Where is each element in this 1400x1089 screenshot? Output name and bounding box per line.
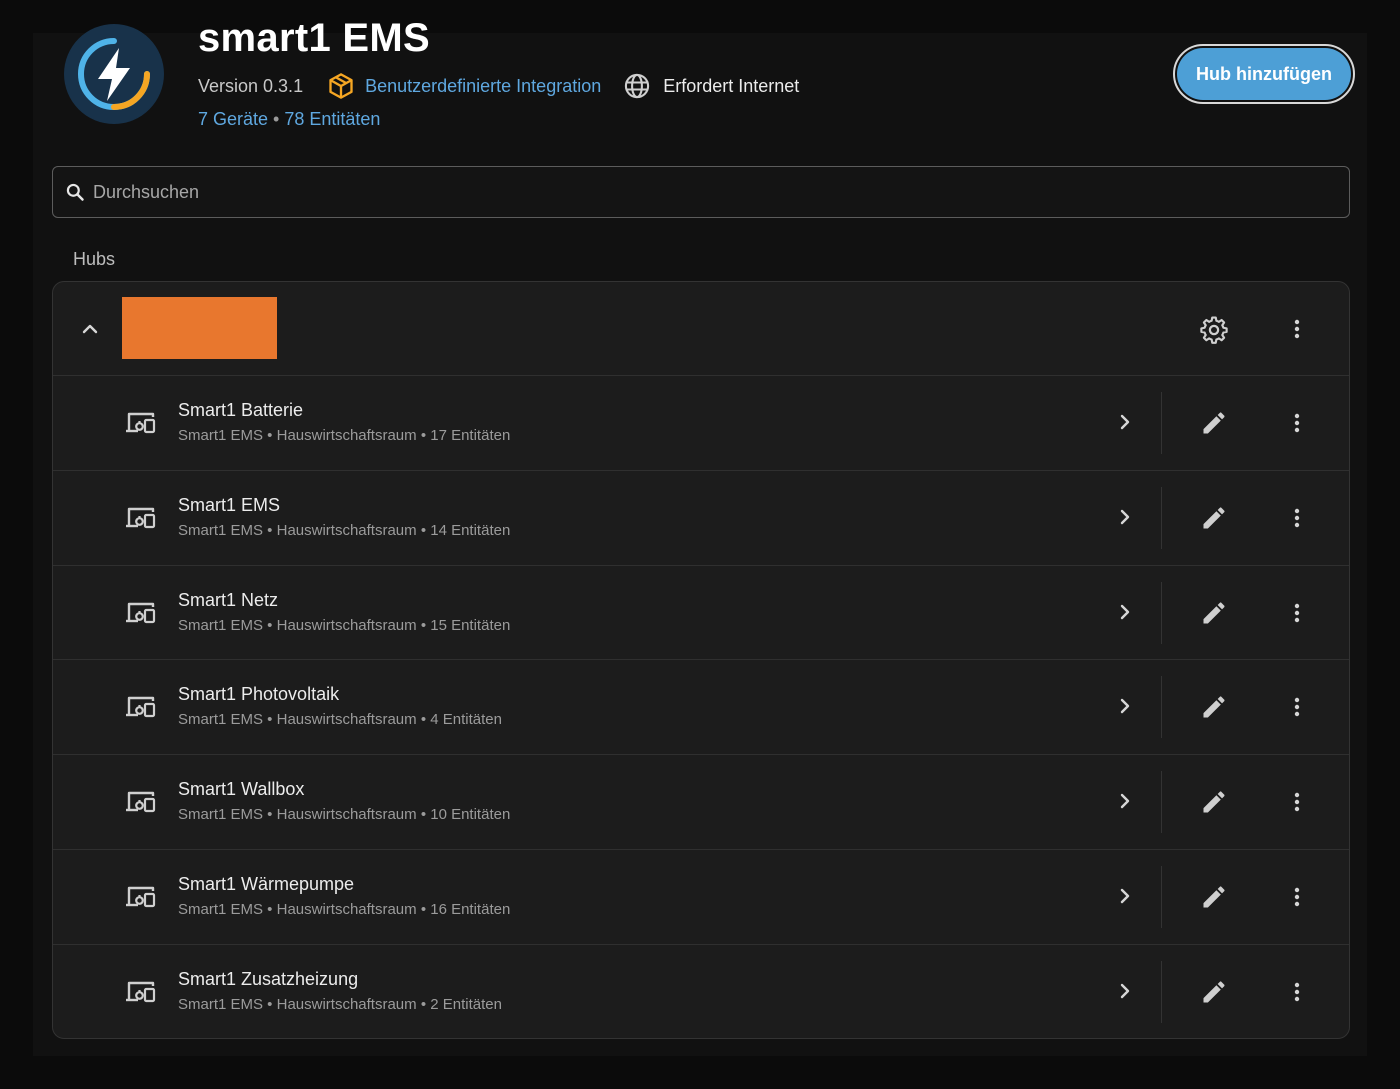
pencil-icon[interactable]: [1200, 693, 1228, 721]
devices-icon: [125, 409, 157, 437]
chevron-up-icon[interactable]: [78, 317, 102, 341]
device-subtitle: Smart1 EMS • Hauswirtschaftsraum • 4 Ent…: [178, 711, 502, 729]
chevron-right-icon[interactable]: [1113, 789, 1137, 813]
divider: [1161, 865, 1162, 928]
divider: [1161, 676, 1162, 739]
devices-icon: [125, 504, 157, 532]
overflow-menu-icon[interactable]: [1285, 506, 1309, 530]
search-bar[interactable]: [52, 166, 1350, 218]
devices-icon: [125, 978, 157, 1006]
devices-icon: [125, 788, 157, 816]
chevron-right-icon[interactable]: [1113, 600, 1137, 624]
hub-name-redacted: [122, 297, 277, 359]
integration-counts: 7 Geräte • 78 Entitäten: [198, 109, 380, 130]
integration-meta: Version 0.3.1 Benutzerdefinierte Integra…: [198, 70, 799, 102]
device-row[interactable]: Smart1 Netz Smart1 EMS • Hauswirtschafts…: [53, 566, 1349, 661]
device-row[interactable]: Smart1 Zusatzheizung Smart1 EMS • Hauswi…: [53, 945, 1349, 1038]
chevron-right-icon[interactable]: [1113, 884, 1137, 908]
search-input[interactable]: [93, 181, 1349, 203]
device-row[interactable]: Smart1 Batterie Smart1 EMS • Hauswirtsch…: [53, 376, 1349, 471]
device-subtitle: Smart1 EMS • Hauswirtschaftsraum • 16 En…: [178, 900, 511, 918]
pencil-icon[interactable]: [1200, 599, 1228, 627]
pencil-icon[interactable]: [1200, 409, 1228, 437]
device-row[interactable]: Smart1 EMS Smart1 EMS • Hauswirtschaftsr…: [53, 471, 1349, 566]
overflow-menu-icon[interactable]: [1285, 411, 1309, 435]
overflow-menu-icon[interactable]: [1285, 695, 1309, 719]
divider: [1161, 581, 1162, 644]
divider: [1161, 486, 1162, 549]
add-hub-button[interactable]: Hub hinzufügen: [1173, 44, 1355, 104]
device-name: Smart1 Wärmepumpe: [178, 873, 355, 894]
add-hub-label: Hub hinzufügen: [1177, 48, 1351, 100]
hub-card: Smart1 Batterie Smart1 EMS • Hauswirtsch…: [52, 281, 1350, 1039]
device-name: Smart1 Zusatzheizung: [178, 968, 359, 989]
pencil-icon[interactable]: [1200, 978, 1228, 1006]
requires-internet-label: Erfordert Internet: [663, 75, 800, 96]
overflow-menu-icon[interactable]: [1285, 790, 1309, 814]
pencil-icon[interactable]: [1200, 788, 1228, 816]
custom-integration-link[interactable]: Benutzerdefinierte Integration: [365, 76, 601, 97]
counts-separator: •: [268, 109, 285, 129]
device-name: Smart1 EMS: [178, 494, 281, 515]
chevron-right-icon[interactable]: [1113, 694, 1137, 718]
device-name: Smart1 Netz: [178, 589, 279, 610]
search-icon: [65, 182, 85, 202]
package-icon: [327, 72, 355, 100]
devices-icon: [125, 599, 157, 627]
gear-icon[interactable]: [1199, 315, 1229, 345]
chevron-right-icon[interactable]: [1113, 505, 1137, 529]
hubs-section-label: Hubs: [73, 249, 116, 269]
overflow-menu-icon[interactable]: [1285, 980, 1309, 1004]
divider: [1161, 960, 1162, 1023]
device-name: Smart1 Wallbox: [178, 779, 305, 800]
devices-link[interactable]: 7 Geräte: [198, 109, 268, 129]
device-list: Smart1 Batterie Smart1 EMS • Hauswirtsch…: [53, 376, 1349, 1038]
device-subtitle: Smart1 EMS • Hauswirtschaftsraum • 2 Ent…: [178, 995, 502, 1013]
integration-logo: [64, 24, 164, 124]
overflow-menu-icon[interactable]: [1285, 601, 1309, 625]
divider: [1161, 392, 1162, 454]
hub-header[interactable]: [53, 282, 1349, 376]
hub-overflow-menu-icon[interactable]: [1285, 317, 1309, 341]
lightning-bolt-icon: [65, 25, 163, 123]
integration-title: smart1 EMS: [198, 16, 430, 60]
device-row[interactable]: Smart1 Photovoltaik Smart1 EMS • Hauswir…: [53, 660, 1349, 756]
entities-link[interactable]: 78 Entitäten: [284, 109, 380, 129]
chevron-right-icon[interactable]: [1113, 410, 1137, 434]
pencil-icon[interactable]: [1200, 883, 1228, 911]
integration-version: Version 0.3.1: [198, 75, 304, 96]
device-row[interactable]: Smart1 Wärmepumpe Smart1 EMS • Hauswirts…: [53, 850, 1349, 945]
divider: [1161, 771, 1162, 834]
device-subtitle: Smart1 EMS • Hauswirtschaftsraum • 10 En…: [178, 806, 511, 824]
device-name: Smart1 Batterie: [178, 400, 304, 420]
chevron-right-icon[interactable]: [1113, 979, 1137, 1003]
device-subtitle: Smart1 EMS • Hauswirtschaftsraum • 17 En…: [178, 427, 511, 444]
pencil-icon[interactable]: [1200, 504, 1228, 532]
device-subtitle: Smart1 EMS • Hauswirtschaftsraum • 15 En…: [178, 616, 511, 634]
devices-icon: [125, 693, 157, 721]
device-row[interactable]: Smart1 Wallbox Smart1 EMS • Hauswirtscha…: [53, 755, 1349, 850]
overflow-menu-icon[interactable]: [1285, 885, 1309, 909]
devices-icon: [125, 883, 157, 911]
device-name: Smart1 Photovoltaik: [178, 684, 340, 705]
globe-icon: [623, 72, 651, 100]
device-subtitle: Smart1 EMS • Hauswirtschaftsraum • 14 En…: [178, 521, 511, 539]
